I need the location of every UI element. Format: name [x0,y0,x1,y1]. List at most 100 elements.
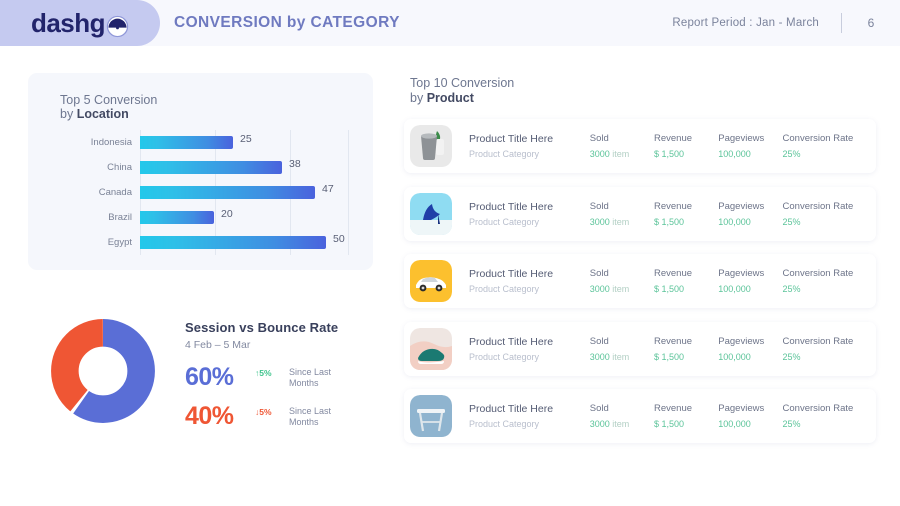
bar-card-heading-bold: Location [77,107,129,121]
bar-label: Egypt [60,237,140,248]
sold-cell: Sold 3000 item [590,336,654,362]
product-title: Product Title Here [469,133,590,145]
product-title: Product Title Here [469,336,590,348]
sold-value: 3000 item [590,284,654,294]
table-row[interactable]: Product Title Here Product Category Sold… [404,389,876,443]
teal-sneaker-thumbnail [410,328,452,370]
session-delta-caption: Since Last Months [289,365,351,390]
revenue-value: $ 1,500 [654,419,718,429]
conversion-rate-cell: Conversion Rate 25% [783,201,876,227]
bar-track: 25 [140,136,350,149]
bar-label: Indonesia [60,137,140,148]
bar-value: 50 [333,233,345,245]
conversion-rate-cell: Conversion Rate 25% [783,268,876,294]
revenue-label: Revenue [654,403,718,414]
sold-label: Sold [590,403,654,414]
stat-row-session: 60% ↑5% Since Last Months [185,365,385,390]
trash-bin-with-plant-thumbnail [410,125,452,167]
bar-row[interactable]: China 38 [60,155,350,180]
pageviews-cell: Pageviews 100,000 [718,268,782,294]
revenue-cell: Revenue $ 1,500 [654,403,718,429]
bar-row[interactable]: Indonesia 25 [60,130,350,155]
products-heading-line1: Top 10 Conversion [410,76,514,91]
product-category: Product Category [469,284,590,294]
table-row[interactable]: Product Title Here Product Category Sold… [404,119,876,173]
sold-value: 3000 item [590,149,654,159]
conversion-rate-cell: Conversion Rate 25% [783,403,876,429]
bar-fill [140,186,315,199]
bar-value: 20 [221,208,233,220]
app-header: dashg CONVERSION by CATEGORY Report Peri… [0,0,900,46]
sold-unit: item [612,149,629,159]
bar-fill [140,236,326,249]
session-delta-caption-line2: Months [289,378,351,389]
conversion-rate-value: 25% [783,352,876,362]
pageviews-label: Pageviews [718,336,782,347]
top-10-conversion-by-product-list: Product Title Here Product Category Sold… [404,119,876,457]
conversion-rate-label: Conversion Rate [783,336,876,347]
bar-row[interactable]: Egypt 50 [60,230,350,255]
sold-label: Sold [590,133,654,144]
bar-card-heading-prefix: by [60,107,77,121]
sold-number: 3000 [590,284,610,294]
session-percentage: 60% [185,365,255,390]
sold-value: 3000 item [590,352,654,362]
revenue-label: Revenue [654,133,718,144]
logo-badge[interactable]: dashg [0,0,160,46]
conversion-rate-value: 25% [783,419,876,429]
revenue-label: Revenue [654,201,718,212]
pageviews-label: Pageviews [718,201,782,212]
sold-label: Sold [590,336,654,347]
bar-card-heading-line2: by Location [60,107,157,121]
revenue-value: $ 1,500 [654,284,718,294]
stat-row-bounce: 40% ↓5% Since Last Months [185,404,385,429]
conversion-rate-value: 25% [783,217,876,227]
pageviews-cell: Pageviews 100,000 [718,201,782,227]
page-number: 6 [864,16,878,30]
sold-value: 3000 item [590,419,654,429]
sold-unit: item [612,419,629,429]
product-name-cell: Product Title Here Product Category [452,336,590,362]
revenue-cell: Revenue $ 1,500 [654,201,718,227]
bounce-delta-value: 5% [259,407,271,417]
sold-value: 3000 item [590,217,654,227]
page-title: CONVERSION by CATEGORY [174,0,400,46]
revenue-label: Revenue [654,336,718,347]
bounce-delta-caption-line2: Months [289,417,351,428]
report-period-label: Report Period : Jan - March [672,17,819,29]
table-row[interactable]: Product Title Here Product Category Sold… [404,187,876,241]
conversion-rate-label: Conversion Rate [783,268,876,279]
sold-number: 3000 [590,149,610,159]
table-row[interactable]: Product Title Here Product Category Sold… [404,254,876,308]
bar-track: 47 [140,186,350,199]
blue-high-heel-shoe-thumbnail [410,193,452,235]
conversion-rate-value: 25% [783,149,876,159]
bar-row[interactable]: Brazil 20 [60,205,350,230]
product-category: Product Category [469,419,590,429]
sold-unit: item [612,217,629,227]
revenue-cell: Revenue $ 1,500 [654,133,718,159]
products-heading-line2: by Product [410,91,514,106]
bar-value: 38 [289,158,301,170]
products-heading-bold: Product [427,91,474,105]
revenue-value: $ 1,500 [654,149,718,159]
bounce-percentage: 40% [185,404,255,429]
pageviews-label: Pageviews [718,403,782,414]
revenue-value: $ 1,500 [654,217,718,227]
session-delta-value: 5% [259,368,271,378]
product-title: Product Title Here [469,268,590,280]
table-row[interactable]: Product Title Here Product Category Sold… [404,322,876,376]
pageviews-cell: Pageviews 100,000 [718,133,782,159]
bar-fill [140,211,214,224]
sold-cell: Sold 3000 item [590,403,654,429]
conversion-rate-label: Conversion Rate [783,403,876,414]
product-category: Product Category [469,149,590,159]
sold-number: 3000 [590,352,610,362]
session-vs-bounce-donut-chart[interactable] [50,318,156,424]
bounce-delta: ↓5% [255,404,289,417]
pageviews-cell: Pageviews 100,000 [718,403,782,429]
bar-row[interactable]: Canada 47 [60,180,350,205]
donut-date-range: 4 Feb – 5 Mar [185,339,385,351]
products-panel-heading: Top 10 Conversion by Product [410,76,514,106]
session-delta: ↑5% [255,365,289,378]
